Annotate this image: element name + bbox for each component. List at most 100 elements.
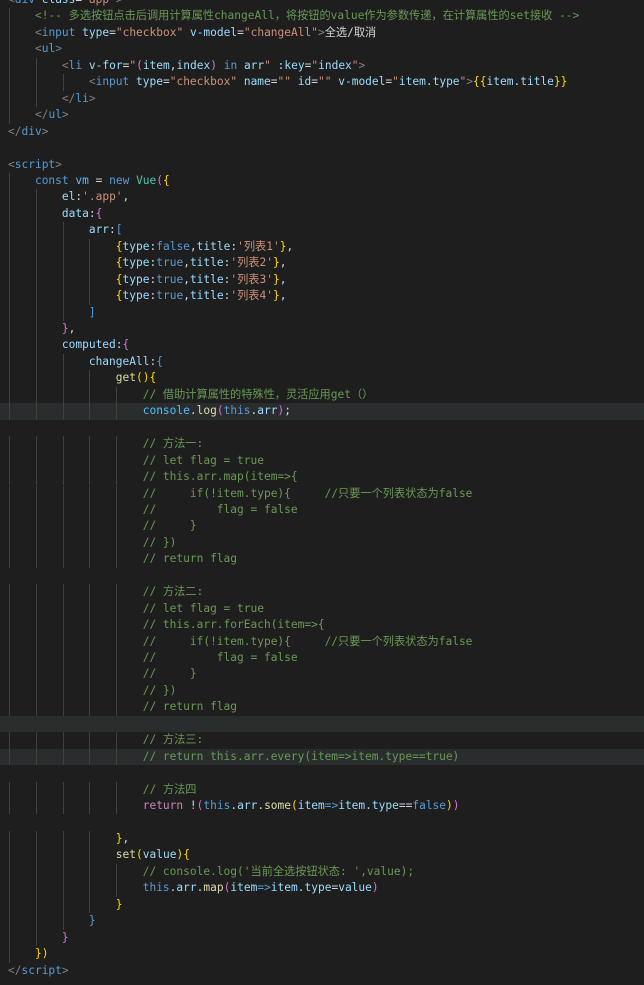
code-token: index: [176, 58, 211, 72]
code-line[interactable]: </div>: [0, 124, 644, 140]
code-token: '列表2': [230, 256, 273, 270]
code-token: >: [41, 124, 49, 138]
code-token: div: [21, 124, 42, 138]
code-text: // }: [8, 518, 197, 534]
code-line[interactable]: {type:true,title:'列表3'},: [0, 271, 644, 289]
code-line[interactable]: // return flag: [0, 699, 644, 716]
code-text: const vm = new Vue({: [8, 173, 170, 189]
code-token: name: [243, 75, 271, 89]
code-line[interactable]: [0, 715, 644, 733]
code-token: =>: [324, 799, 339, 813]
code-line[interactable]: // let flag = true: [0, 452, 644, 470]
code-line[interactable]: computed:{: [0, 337, 644, 354]
code-line[interactable]: <li v-for="(item,index) in arr" :key="in…: [0, 57, 644, 75]
code-line[interactable]: <script>: [0, 157, 644, 173]
code-token: v-for: [88, 58, 123, 72]
code-line[interactable]: // return this.arr.every(item=>item.type…: [0, 748, 644, 766]
code-token: item: [142, 58, 170, 72]
code-line[interactable]: {type:true,title:'列表2'},: [0, 255, 644, 272]
code-token: {: [183, 848, 190, 862]
code-line[interactable]: el:'.app',: [0, 189, 644, 206]
code-text: }: [8, 913, 96, 929]
code-line[interactable]: [0, 815, 644, 831]
code-line[interactable]: {type:true,title:'列表4'},: [0, 288, 644, 305]
code-token: // 方法四: [142, 782, 197, 796]
code-line[interactable]: <div class="app">: [0, 0, 644, 8]
code-line[interactable]: // this.arr.forEach(item=>{: [0, 617, 644, 634]
code-token: {: [115, 239, 123, 253]
code-token: ): [452, 799, 460, 813]
code-text: // return flag: [8, 699, 237, 715]
code-line[interactable]: // this.arr.map(item=>{: [0, 469, 644, 486]
code-line[interactable]: // 方法三:: [0, 732, 644, 749]
code-line[interactable]: this.arr.map(item=>item.type=value): [0, 880, 644, 897]
code-token: =: [270, 75, 278, 89]
code-token: {: [115, 289, 123, 303]
code-line[interactable]: // if(!item.type){ //只要一个列表状态为false: [0, 633, 644, 650]
code-line[interactable]: [0, 420, 644, 436]
code-token: </: [34, 108, 49, 122]
code-line[interactable]: get(){: [0, 370, 644, 387]
code-line[interactable]: // }: [0, 518, 644, 535]
code-text: {type:true,title:'列表3'},: [8, 272, 287, 288]
code-line[interactable]: // 借助计算属性的特殊性，灵活应用get（）: [0, 386, 644, 404]
code-line[interactable]: // if(!item.type){ //只要一个列表状态为false: [0, 485, 644, 502]
code-line[interactable]: [0, 765, 644, 781]
code-line[interactable]: },: [0, 830, 644, 848]
code-line[interactable]: data:{: [0, 205, 644, 223]
code-line[interactable]: <!-- 多选按钮点击后调用计算属性changeAll，将按钮的value作为参…: [0, 8, 644, 25]
code-token: '列表4': [230, 289, 273, 303]
code-line[interactable]: // }): [0, 534, 644, 552]
code-line[interactable]: // let flag = true: [0, 600, 644, 618]
code-line[interactable]: // }): [0, 682, 644, 700]
code-line[interactable]: [0, 140, 644, 156]
code-token: }): [34, 947, 49, 961]
code-line[interactable]: </li>: [0, 90, 644, 108]
code-line[interactable]: // }: [0, 666, 644, 683]
code-line[interactable]: // flag = false: [0, 650, 644, 667]
code-token: >: [61, 963, 69, 977]
code-line[interactable]: <ul>: [0, 41, 644, 58]
code-line[interactable]: }): [0, 946, 644, 963]
code-token: item: [338, 799, 366, 813]
code-token: 全选/取消: [324, 25, 377, 39]
code-line[interactable]: </ul>: [0, 107, 644, 124]
code-token: <: [8, 0, 15, 6]
code-line[interactable]: ]: [0, 304, 644, 321]
code-line[interactable]: // 方法一:: [0, 436, 644, 453]
code-token: li: [68, 58, 83, 72]
code-line[interactable]: [0, 568, 644, 584]
code-line[interactable]: <input type="checkbox" v-model="changeAl…: [0, 24, 644, 42]
code-line[interactable]: // 方法二:: [0, 584, 644, 601]
code-line[interactable]: }: [0, 913, 644, 930]
code-line[interactable]: const vm = new Vue({: [0, 172, 644, 190]
code-line[interactable]: // flag = false: [0, 501, 644, 519]
code-token: }: [88, 914, 96, 928]
code-line[interactable]: <input type="checkbox" name="" id="" v-m…: [0, 74, 644, 91]
code-line[interactable]: }: [0, 896, 644, 914]
code-line[interactable]: changeAll:{: [0, 353, 644, 371]
code-line[interactable]: console.log(this.arr);: [0, 403, 644, 420]
code-line[interactable]: },: [0, 321, 644, 338]
code-line[interactable]: // return flag: [0, 551, 644, 568]
code-token: .: [425, 75, 433, 89]
code-line[interactable]: }: [0, 929, 644, 947]
code-line[interactable]: {type:false,title:'列表1'},: [0, 238, 644, 256]
code-line[interactable]: return !(this.arr.some(item=>item.type==…: [0, 798, 644, 815]
code-token: item: [486, 75, 514, 89]
code-token: arr: [88, 223, 110, 237]
code-token: const: [34, 173, 69, 187]
code-line[interactable]: // 方法四: [0, 781, 644, 799]
code-line[interactable]: arr:[: [0, 222, 644, 239]
code-editor[interactable]: <div class="app"> <!-- 多选按钮点击后调用计算属性chan…: [0, 0, 644, 985]
code-token: item: [398, 75, 426, 89]
code-line[interactable]: // console.log('当前全选按钮状态: ',value);: [0, 863, 644, 881]
code-line[interactable]: set(value){: [0, 847, 644, 864]
code-token: script: [14, 157, 56, 171]
code-line[interactable]: </script>: [0, 963, 644, 979]
